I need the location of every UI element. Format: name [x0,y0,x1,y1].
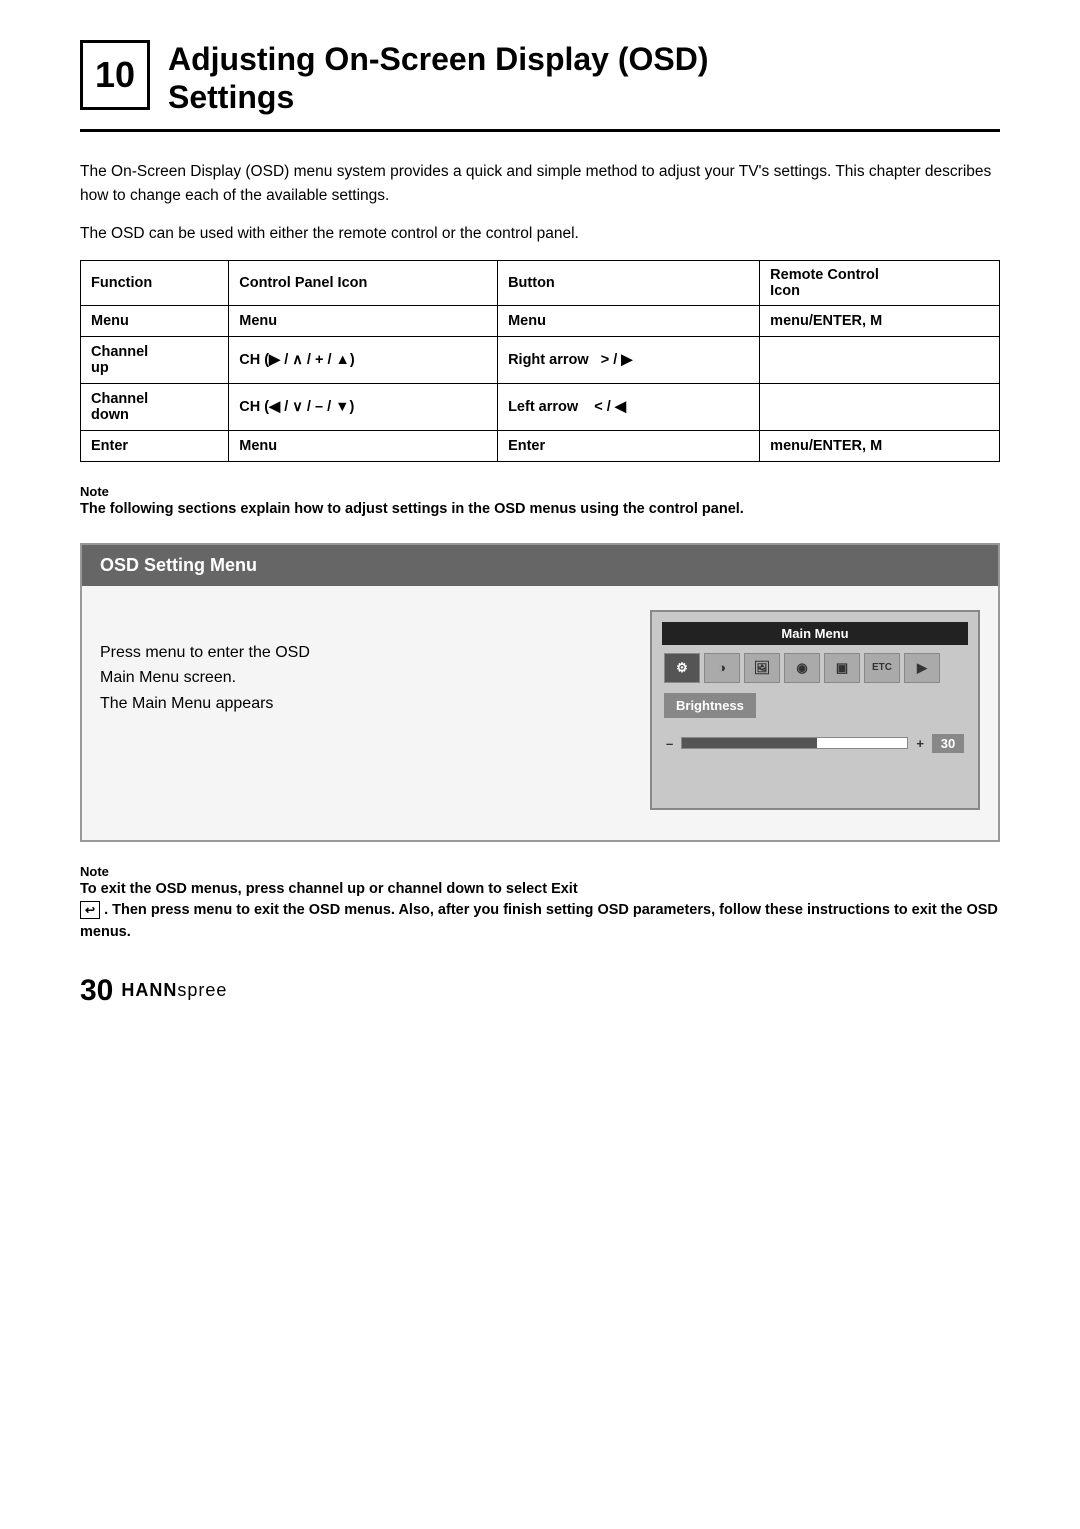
tv-slider-track [681,737,908,749]
cell-remote [760,383,1000,430]
footer-brand-lower: spree [177,980,227,1000]
osd-table: Function Control Panel Icon Button Remot… [80,260,1000,462]
tv-icon-contrast: ◑ [704,653,740,683]
cell-control: Menu [229,430,498,461]
table-row: Menu Menu Menu menu/ENTER, M [81,305,1000,336]
cell-function: Enter [81,430,229,461]
cell-control: CH (◀ / ∨ / – / ▼) [229,383,498,430]
body-para2: The OSD can be used with either the remo… [80,222,1000,246]
note-section-2: Note To exit the OSD menus, press channe… [80,864,1000,944]
tv-icon-picture: 🖼 [744,653,780,683]
note-label-1: Note [80,484,1000,499]
cell-control: Menu [229,305,498,336]
cell-control: CH (▶ / ∧ / + / ▲) [229,336,498,383]
cell-function: Menu [81,305,229,336]
note-section-1: Note The following sections explain how … [80,484,1000,521]
table-row: Enter Menu Enter menu/ENTER, M [81,430,1000,461]
cell-remote: menu/ENTER, M [760,430,1000,461]
note-label-2: Note [80,864,1000,879]
note-text-2: To exit the OSD menus, press channel up … [80,879,1000,944]
cell-button: Left arrow < / ◀ [498,383,760,430]
tv-slider-fill [682,738,817,748]
osd-menu-content: Press menu to enter the OSD Main Menu sc… [82,586,998,840]
footer-page-number: 30 [80,974,113,1008]
footer-brand-upper: HANN [121,980,177,1000]
tv-slider-value: 30 [932,734,964,753]
cell-function: Channelup [81,336,229,383]
table-row: Channeldown CH (◀ / ∨ / – / ▼) Left arro… [81,383,1000,430]
col-header-function: Function [81,260,229,305]
tv-slider-row: – + 30 [662,734,968,753]
exit-icon: ↩ [80,901,100,919]
table-row: Channelup CH (▶ / ∧ / + / ▲) Right arrow… [81,336,1000,383]
footer: 30 HANNspree [80,974,1000,1008]
tv-screen: Main Menu ⚙ ◑ 🖼 ◉ ▣ ETC ▶ Brightness – +… [650,610,980,810]
col-header-button: Button [498,260,760,305]
tv-icons-row: ⚙ ◑ 🖼 ◉ ▣ ETC ▶ [662,653,968,683]
osd-menu-box: OSD Setting Menu Press menu to enter the… [80,543,1000,842]
body-para1: The On-Screen Display (OSD) menu system … [80,160,1000,208]
tv-main-menu-bar: Main Menu [662,622,968,645]
tv-icon-gear: ⚙ [664,653,700,683]
cell-button: Right arrow > / ▶ [498,336,760,383]
col-header-remote: Remote ControlIcon [760,260,1000,305]
tv-slider-plus: + [916,736,924,751]
tv-icon-screen: ▣ [824,653,860,683]
tv-icon-etc: ETC [864,653,900,683]
tv-slider-minus: – [666,736,673,751]
osd-menu-title: OSD Setting Menu [82,545,998,586]
tv-icon-tv: ▶ [904,653,940,683]
chapter-number: 10 [80,40,150,110]
tv-brightness-label: Brightness [664,693,756,718]
chapter-title: Adjusting On-Screen Display (OSD) Settin… [168,40,709,117]
cell-button: Menu [498,305,760,336]
chapter-header: 10 Adjusting On-Screen Display (OSD) Set… [80,40,1000,132]
cell-remote [760,336,1000,383]
cell-remote: menu/ENTER, M [760,305,1000,336]
col-header-control-panel: Control Panel Icon [229,260,498,305]
tv-icon-audio: ◉ [784,653,820,683]
footer-brand: HANNspree [121,980,227,1001]
cell-button: Enter [498,430,760,461]
note-text-1: The following sections explain how to ad… [80,499,1000,521]
cell-function: Channeldown [81,383,229,430]
osd-menu-text: Press menu to enter the OSD Main Menu sc… [100,610,610,717]
